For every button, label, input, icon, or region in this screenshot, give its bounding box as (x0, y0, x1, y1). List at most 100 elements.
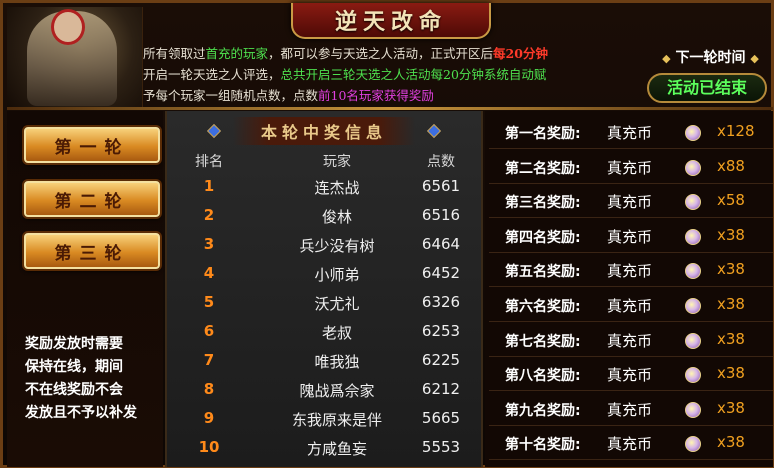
intro-text-3: 开启一轮天选之人评选， (143, 67, 281, 82)
header-points: 点数 (427, 154, 455, 170)
round-2-button[interactable]: 第二轮 (24, 181, 160, 217)
intro-text-4: 予每个玩家一组随机点数，点数 (143, 88, 319, 103)
notice-line: 发放且不予以补发 (25, 405, 137, 421)
player-cell: 隗战爲佘家 (299, 382, 375, 400)
table-row: 10 方咸鱼妄 5553 (167, 438, 481, 466)
intro-text-2: ，都可以参与天选之人活动，正式开区后 (268, 46, 494, 61)
reward-quantity: x38 (717, 260, 745, 279)
reward-rank-label: 第三名奖励: (505, 195, 581, 212)
player-cell: 连杰战 (314, 179, 360, 197)
player-cell: 方咸鱼妄 (306, 440, 367, 458)
round-1-button[interactable]: 第一轮 (24, 127, 160, 163)
notice-line: 奖励发放时需要 (25, 336, 123, 352)
table-row: 3 兵少没有树 6464 (167, 235, 481, 263)
points-cell: 6225 (421, 351, 461, 369)
points-cell: 5553 (421, 438, 461, 456)
notice-line: 不在线奖励不会 (25, 382, 123, 398)
reward-row: 第一名奖励: 真充币 x128 (489, 117, 773, 149)
rank-cell: 6 (203, 322, 215, 340)
reward-rank-label: 第一名奖励: (505, 126, 581, 142)
hero-head (51, 9, 85, 45)
intro-highlight-top10: 前10名玩家获得奖励 (318, 88, 434, 103)
intro-highlight-first-charge: 首充的玩家 (205, 46, 269, 61)
intro-highlight-rounds: 总共开启三轮天选之人活动每20分钟系统自动赋 (280, 67, 547, 82)
reward-rank-label: 第九名奖励: (505, 402, 581, 419)
intro-highlight-interval: 每20分钟 (493, 46, 548, 61)
table-row: 6 老叔 6253 (167, 322, 481, 350)
reward-item-name: 真充币 (607, 193, 653, 212)
reward-row: 第五名奖励: 真充币 x38 (489, 255, 773, 288)
diamond-icon: ◆ (662, 52, 671, 65)
table-row: 4 小师弟 6452 (167, 264, 481, 292)
reward-quantity: x38 (717, 295, 745, 313)
coin-icon[interactable] (685, 194, 701, 211)
coin-icon[interactable] (685, 436, 701, 453)
reward-rank-label: 第二名奖励: (505, 160, 581, 177)
header-divider (7, 107, 773, 110)
table-row: 5 沃尤礼 6326 (167, 293, 481, 321)
coin-icon[interactable] (685, 228, 701, 245)
reward-row: 第十名奖励: 真充币 x38 (489, 428, 773, 461)
reward-rank-label: 第五名奖励: (505, 264, 581, 281)
coin-icon[interactable] (685, 367, 701, 384)
header-player: 玩家 (323, 154, 351, 170)
table-row: 2 俊林 6516 (167, 206, 481, 234)
round-3-button[interactable]: 第三轮 (24, 233, 160, 269)
coin-icon[interactable] (685, 401, 701, 418)
reward-quantity: x38 (717, 329, 745, 348)
round-2-label: 第二轮 (54, 191, 130, 212)
reward-quantity: x38 (717, 225, 745, 244)
player-cell: 兵少没有树 (299, 237, 375, 255)
table-header: 排名 玩家 点数 (167, 151, 481, 171)
points-cell: 6326 (421, 293, 461, 311)
reward-item-name: 真充币 (607, 435, 653, 454)
player-cell: 唯我独 (314, 353, 360, 371)
coin-icon[interactable] (685, 125, 701, 141)
winners-title: 本轮中奖信息 (232, 117, 415, 145)
reward-quantity: x38 (717, 433, 745, 452)
round-3-label: 第三轮 (54, 243, 130, 264)
reward-rank-label: 第六名奖励: (505, 299, 581, 315)
next-round-text: 下一轮时间 (675, 50, 746, 66)
points-cell: 6212 (421, 380, 461, 398)
reward-quantity: x128 (717, 122, 755, 140)
reward-row: 第六名奖励: 真充币 x38 (489, 290, 773, 322)
reward-quantity: x88 (717, 156, 745, 175)
reward-item-name: 真充币 (607, 297, 653, 315)
reward-quantity: x58 (717, 191, 745, 210)
reward-item-name: 真充币 (607, 400, 653, 419)
coin-icon[interactable] (685, 263, 701, 280)
coin-icon[interactable] (685, 332, 701, 349)
reward-row: 第四名奖励: 真充币 x38 (489, 221, 773, 253)
points-cell: 6253 (421, 322, 461, 340)
event-window: 逆天改命 所有领取过首充的玩家，都可以参与天选之人活动，正式开区后每20分钟 开… (0, 0, 774, 468)
coin-icon[interactable] (685, 298, 701, 314)
table-row: 9 东我原来是伴 5665 (167, 409, 481, 437)
diamond-icon: ◆ (750, 52, 759, 65)
reward-rank-label: 第七名奖励: (505, 333, 581, 350)
reward-row: 第二名奖励: 真充币 x88 (489, 152, 773, 184)
coin-icon[interactable] (685, 159, 701, 176)
notice-line: 保持在线，期间 (25, 359, 123, 375)
table-row: 7 唯我独 6225 (167, 351, 481, 379)
rank-cell: 5 (203, 293, 215, 311)
rank-cell: 1 (203, 177, 215, 195)
reward-quantity: x38 (717, 398, 745, 417)
points-cell: 6516 (421, 206, 461, 224)
hero-portrait (7, 7, 143, 107)
reward-item-name: 真充币 (607, 366, 653, 385)
reward-item-name: 真充币 (607, 227, 653, 246)
rank-cell: 10 (198, 438, 220, 456)
player-cell: 沃尤礼 (314, 295, 360, 313)
reward-item-name: 真充币 (607, 262, 653, 281)
reward-row: 第三名奖励: 真充币 x58 (489, 186, 773, 219)
reward-rank-label: 第八名奖励: (505, 368, 581, 385)
rewards-panel: 第一名奖励: 真充币 x128 第二名奖励: 真充币 x88 第三名奖励: 真充币 x58 第四名… (485, 111, 773, 467)
gem-icon (426, 123, 442, 139)
rank-cell: 3 (203, 235, 215, 253)
reward-item-name: 真充币 (607, 158, 653, 177)
points-cell: 5665 (421, 409, 461, 427)
reward-rank-label: 第四名奖励: (505, 229, 581, 246)
event-ended-button[interactable]: 活动已结束 (647, 73, 767, 103)
player-cell: 小师弟 (314, 266, 360, 284)
